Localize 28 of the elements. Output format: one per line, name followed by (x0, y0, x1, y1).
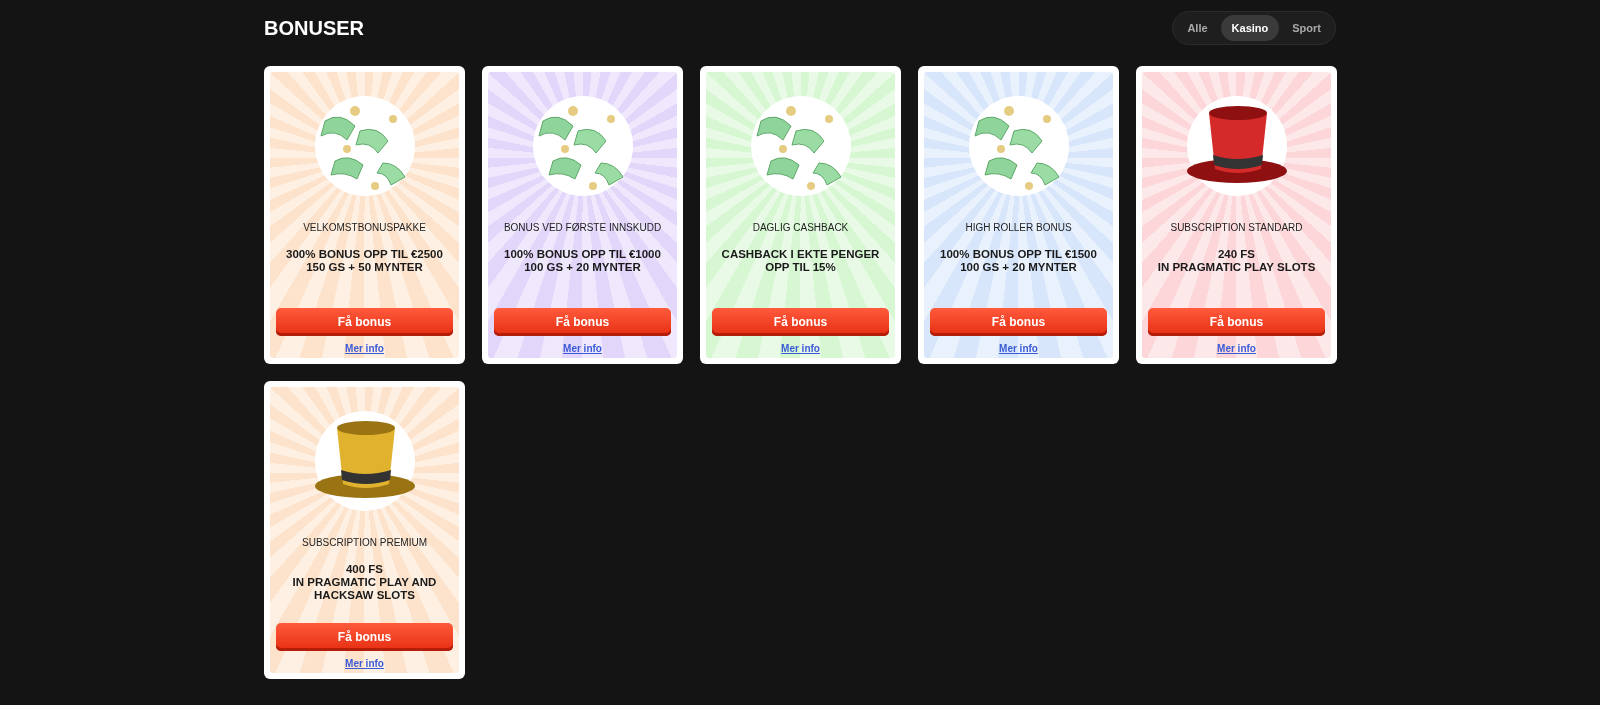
get-bonus-button[interactable]: Få bonus (276, 623, 453, 651)
get-bonus-button[interactable]: Få bonus (1148, 308, 1325, 336)
more-info-link[interactable]: Mer info (345, 343, 384, 354)
page-title: BONUSER (264, 16, 364, 40)
more-info-link[interactable]: Mer info (999, 343, 1038, 354)
more-info-link[interactable]: Mer info (1217, 343, 1256, 354)
bonus-offer: 300% BONUS OPP TIL €2500 150 GS + 50 MYNTER (286, 248, 443, 274)
bonus-name: VELKOMSTBONUSPAKKE (303, 222, 426, 233)
bonus-name: SUBSCRIPTION PREMIUM (302, 537, 427, 548)
bonus-name: HIGH ROLLER BONUS (965, 222, 1072, 233)
category-tab[interactable]: Alle (1176, 15, 1219, 41)
more-info-link[interactable]: Mer info (781, 343, 820, 354)
bonus-offer: 240 FS IN PRAGMATIC PLAY SLOTS (1157, 248, 1316, 274)
category-tab[interactable]: Kasino (1220, 15, 1280, 41)
bonus-name: DAGLIG CASHBACK (752, 222, 849, 233)
bonus-offer: CASHBACK I EKTE PENGER OPP TIL 15% (721, 248, 880, 274)
category-tab[interactable]: Sport (1281, 15, 1332, 41)
get-bonus-button[interactable]: Få bonus (712, 308, 889, 336)
more-info-link[interactable]: Mer info (563, 343, 602, 354)
get-bonus-button[interactable]: Få bonus (276, 308, 453, 336)
bonus-name: BONUS VED FØRSTE INNSKUDD (503, 222, 662, 233)
get-bonus-button[interactable]: Få bonus (494, 308, 671, 336)
bonus-offer: 400 FS IN PRAGMATIC PLAY AND HACKSAW SLOTS (292, 563, 437, 602)
bonus-name: SUBSCRIPTION STANDARD (1170, 222, 1303, 233)
bonus-offer: 100% BONUS OPP TIL €1500 100 GS + 20 MYNTER (940, 248, 1097, 274)
more-info-link[interactable]: Mer info (345, 658, 384, 669)
bonus-offer: 100% BONUS OPP TIL €1000 100 GS + 20 MYNTER (504, 248, 661, 274)
get-bonus-button[interactable]: Få bonus (930, 308, 1107, 336)
